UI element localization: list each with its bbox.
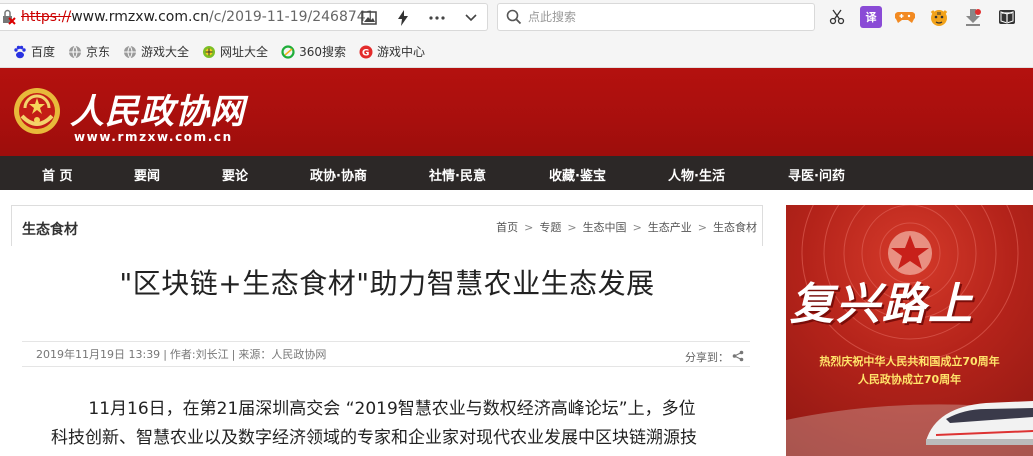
search-icon	[506, 9, 522, 25]
nav-people-life[interactable]: 人物·生活	[668, 165, 725, 184]
banner-subtitle-2: 人民政协成立70周年	[857, 373, 962, 386]
bookmark-360-search[interactable]: 360搜索	[280, 43, 346, 60]
url-actions	[359, 8, 481, 28]
bullet-train-icon	[916, 391, 1033, 456]
site-logo-domain: www.rmzxw.com.cn	[74, 130, 233, 144]
browser-toolbar: https://www.rmzxw.com.cn/c/2019-11-19/24…	[0, 0, 1033, 36]
body-line: 科技创新、智慧农业以及数字经济领域的专家和企业家对现代农业发展中区块链溯源技	[51, 428, 697, 448]
scissors-icon[interactable]	[826, 6, 848, 28]
url-path: /c/2019-11-19/2468741	[209, 9, 375, 25]
yellow-globe-icon	[201, 44, 217, 60]
author: 作者:刘长江	[169, 348, 229, 361]
breadcrumb-home[interactable]: 首页	[496, 219, 518, 235]
bookmark-game-center[interactable]: G 游戏中心	[358, 43, 425, 60]
bookmark-label: 360搜索	[299, 45, 346, 59]
address-bar[interactable]: https://www.rmzxw.com.cn/c/2019-11-19/24…	[0, 3, 488, 31]
article: 生态食材 首页 > 专题 > 生态中国 > 生态产业 > 生态食材 "区块链+生…	[11, 205, 763, 456]
download-icon[interactable]	[962, 6, 984, 28]
breadcrumb-eco-china[interactable]: 生态中国	[583, 219, 627, 235]
bookmark-label: 网址大全	[220, 45, 269, 59]
bookmarks-bar: 百度 京东 游戏大全 网址大全 360搜索 G 游戏中心	[0, 36, 1033, 68]
nav-health[interactable]: 寻医·问药	[788, 165, 845, 184]
bookmark-label: 游戏中心	[376, 45, 425, 59]
bookmark-label: 游戏大全	[141, 45, 190, 59]
url-text[interactable]: https://www.rmzxw.com.cn/c/2019-11-19/24…	[21, 9, 375, 25]
share-icon	[729, 350, 744, 365]
game-center-icon: G	[358, 44, 374, 60]
breadcrumb-separator: >	[567, 220, 577, 234]
source: 来源：人民政协网	[238, 348, 327, 361]
breadcrumb-special[interactable]: 专题	[539, 219, 561, 235]
gamepad-icon[interactable]	[894, 6, 916, 28]
publish-date: 2019年11月19日 13:39	[36, 348, 161, 361]
bookmark-label: 京东	[86, 45, 111, 59]
breadcrumb-separator: >	[524, 220, 534, 234]
globe-icon	[67, 44, 83, 60]
lightning-icon[interactable]	[393, 8, 413, 28]
article-title: "区块链+生态食材"助力智慧农业生态发展	[119, 267, 655, 300]
url-host: www.rmzxw.com.cn	[71, 9, 210, 25]
nav-home[interactable]: 首 页	[42, 165, 73, 184]
cppcc-emblem-icon[interactable]	[12, 86, 62, 136]
tiger-icon[interactable]	[928, 6, 950, 28]
anniversary-banner[interactable]: 复兴路上 热烈庆祝中华人民共和国成立70周年 人民政协成立70周年	[786, 205, 1033, 456]
url-protocol: https://	[21, 9, 72, 25]
nav-commentary[interactable]: 要论	[222, 165, 248, 184]
bookmark-baidu[interactable]: 百度	[12, 43, 55, 60]
360-icon	[280, 44, 296, 60]
article-meta: 2019年11月19日 13:39 | 作者:刘长江 | 来源：人民政协网 分享…	[22, 341, 750, 367]
breadcrumb: 首页 > 专题 > 生态中国 > 生态产业 > 生态食材	[496, 219, 757, 235]
nav-collection[interactable]: 收藏·鉴宝	[549, 165, 606, 184]
chevron-down-icon[interactable]	[461, 8, 481, 28]
breadcrumb-separator: >	[632, 220, 642, 234]
article-body: 11月16日，在第21届深圳高交会 “2019智慧农业与数权经济高峰论坛”上，多…	[51, 395, 751, 453]
search-box[interactable]	[497, 3, 815, 31]
banner-subtitle-1: 热烈庆祝中华人民共和国成立70周年	[819, 355, 1000, 368]
meta-separator: |	[231, 347, 236, 361]
breadcrumb-eco-industry[interactable]: 生态产业	[648, 219, 692, 235]
insecure-lock-icon[interactable]	[1, 9, 17, 25]
breadcrumb-eco-food[interactable]: 生态食材	[713, 219, 757, 235]
nav-public-opinion[interactable]: 社情·民意	[429, 165, 486, 184]
bookmark-label: 百度	[31, 45, 56, 59]
bookmark-games[interactable]: 游戏大全	[122, 43, 189, 60]
main-navigation: 首 页 要闻 要论 政协·协商 社情·民意 收藏·鉴宝 人物·生活 寻医·问药	[0, 156, 1033, 190]
reader-icon[interactable]	[996, 6, 1018, 28]
share-button[interactable]: 分享到：	[685, 349, 744, 365]
globe-icon	[122, 44, 138, 60]
nav-news[interactable]: 要闻	[134, 165, 160, 184]
baidu-paw-icon	[12, 44, 28, 60]
banner-title: 复兴路上	[790, 279, 974, 330]
bookmark-jd[interactable]: 京东	[67, 43, 110, 60]
body-line: 11月16日，在第21届深圳高交会 “2019智慧农业与数权经济高峰论坛”上，多…	[88, 399, 696, 419]
share-label: 分享到：	[685, 351, 729, 364]
column-title: 生态食材	[22, 222, 78, 238]
site-logo-title[interactable]: 人民政协网	[70, 84, 245, 133]
breadcrumb-separator: >	[697, 220, 707, 234]
site-header: 人民政协网 www.rmzxw.com.cn	[0, 68, 1033, 156]
meta-separator: |	[163, 347, 167, 361]
translate-glyph: 译	[865, 11, 877, 24]
image-icon[interactable]	[359, 8, 379, 28]
more-dots-icon[interactable]	[427, 8, 447, 28]
svg-text:G: G	[362, 48, 369, 58]
bookmark-url-directory[interactable]: 网址大全	[201, 43, 268, 60]
search-input[interactable]	[528, 10, 778, 24]
extension-icons: 译	[826, 6, 1018, 28]
nav-consultation[interactable]: 政协·协商	[310, 165, 367, 184]
translate-icon[interactable]: 译	[860, 6, 882, 28]
